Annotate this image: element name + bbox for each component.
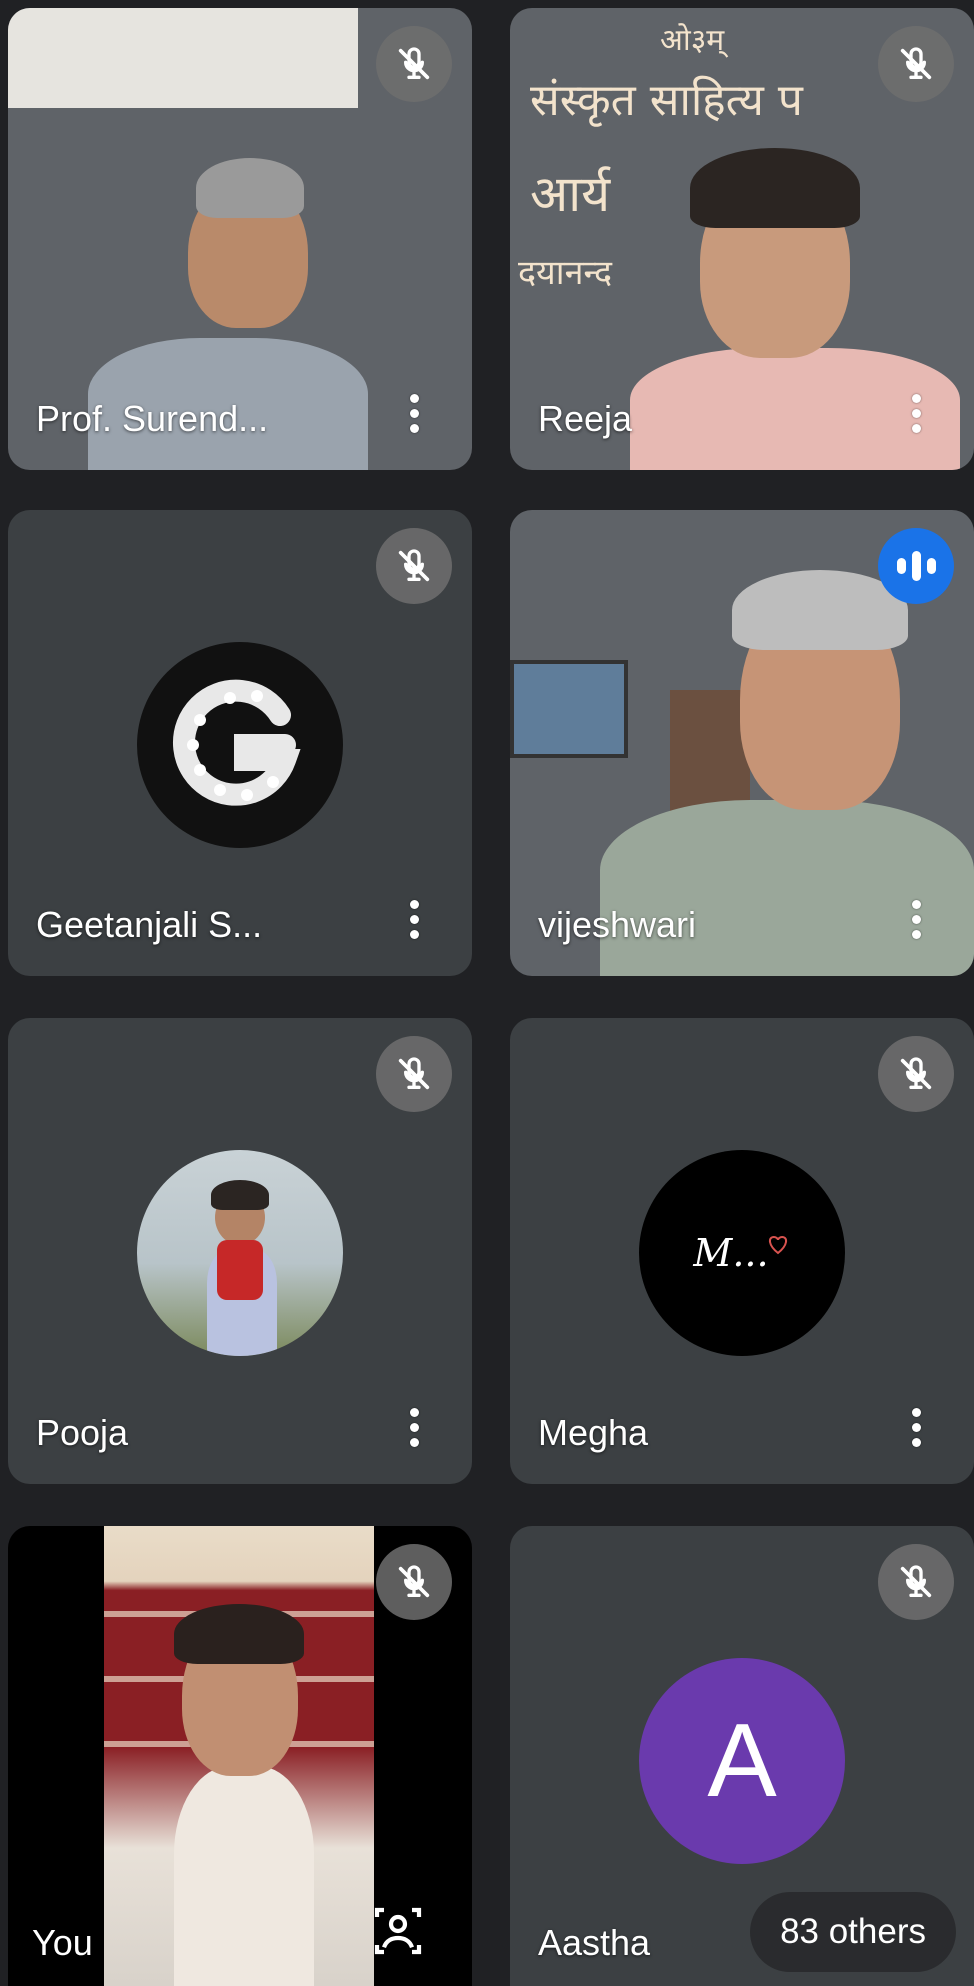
participant-grid: Prof. Surend... ओ३म् संस्कृत साहित्य प आ… <box>0 0 974 1986</box>
mic-off-icon <box>878 1036 954 1112</box>
more-vert-icon[interactable] <box>408 900 420 948</box>
more-vert-icon[interactable] <box>408 1408 420 1456</box>
mic-off-icon <box>376 26 452 102</box>
others-count-button[interactable]: 83 others <box>750 1892 956 1972</box>
letter-g-avatar-icon <box>173 679 301 806</box>
participant-tile[interactable]: Pooja <box>8 1018 472 1484</box>
participant-name: Aastha <box>538 1922 651 1963</box>
avatar: A <box>639 1658 845 1864</box>
participant-tile[interactable]: Prof. Surend... <box>8 8 472 470</box>
mic-off-icon <box>376 528 452 604</box>
avatar-text: M... <box>693 1231 769 1275</box>
wall <box>8 8 358 108</box>
tv-screen <box>510 660 628 758</box>
participant-name: Reeja <box>538 398 633 439</box>
more-vert-icon[interactable] <box>910 394 922 442</box>
mic-off-icon <box>878 1544 954 1620</box>
self-video <box>104 1526 374 1986</box>
heart-icon <box>768 1235 787 1255</box>
participant-name: Geetanjali S... <box>36 904 263 945</box>
mic-off-icon <box>376 1544 452 1620</box>
person-shirt <box>174 1766 314 1986</box>
mic-off-icon <box>878 26 954 102</box>
participant-name: Megha <box>538 1412 649 1453</box>
avatar <box>137 642 343 848</box>
participant-name: You <box>32 1922 93 1963</box>
participant-tile[interactable]: M... Megha <box>510 1018 974 1484</box>
mic-off-icon <box>376 1036 452 1112</box>
more-vert-icon[interactable] <box>408 394 420 442</box>
participant-tile[interactable]: ओ३म् संस्कृत साहित्य प आर्य दयानन्द Reej… <box>510 8 974 470</box>
participant-tile[interactable]: Geetanjali S... <box>8 510 472 976</box>
participant-name: Prof. Surend... <box>36 398 269 439</box>
person-hair <box>211 1180 269 1210</box>
person-shirt <box>600 800 974 976</box>
avatar: M... <box>639 1150 845 1356</box>
more-vert-icon[interactable] <box>910 1408 922 1456</box>
participant-tile[interactable]: A Aastha 83 others <box>510 1526 974 1986</box>
participant-tile[interactable]: vijeshwari <box>510 510 974 976</box>
person-hair <box>690 148 860 228</box>
participant-name: vijeshwari <box>538 904 697 945</box>
scarf <box>217 1240 263 1300</box>
participant-name: Pooja <box>36 1412 129 1453</box>
banner-text: ओ३म् <box>660 23 725 58</box>
banner-text: आर्य <box>530 165 611 223</box>
self-tile[interactable]: You <box>8 1526 472 1986</box>
banner-text: दयानन्द <box>518 253 613 293</box>
person-hair <box>196 158 304 218</box>
more-vert-icon[interactable] <box>910 900 922 948</box>
avatar <box>137 1150 343 1356</box>
audio-level-icon <box>878 528 954 604</box>
person-hair <box>174 1604 304 1664</box>
camera-switch-icon[interactable] <box>370 1903 426 1964</box>
banner-text: संस्कृत साहित्य प <box>530 75 803 126</box>
